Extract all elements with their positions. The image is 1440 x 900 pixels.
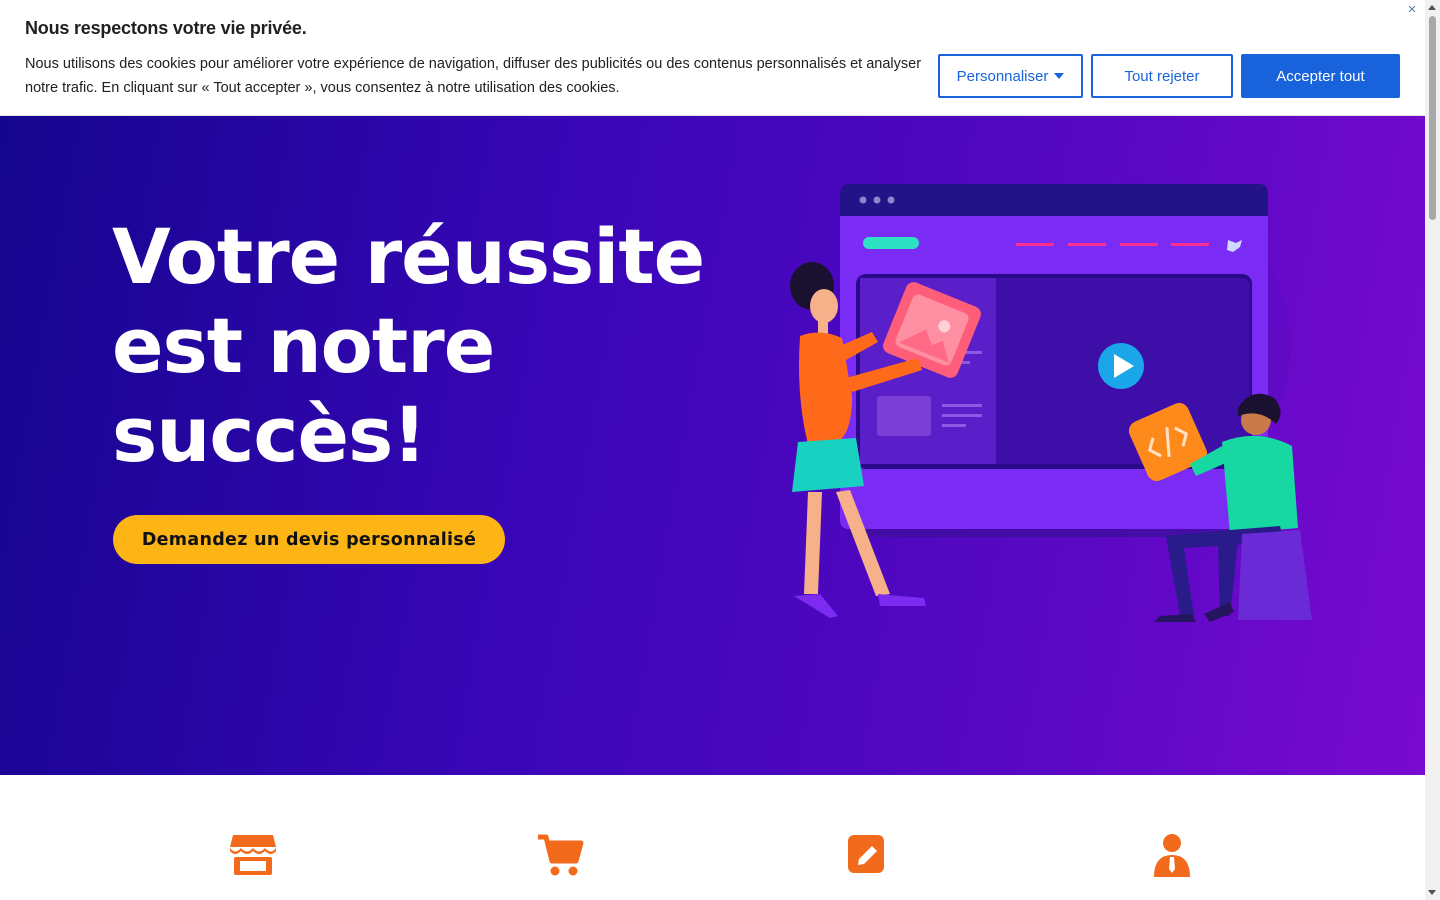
caret-down-icon [1054,73,1065,79]
scroll-up-arrow-icon[interactable] [1428,5,1436,10]
quote-request-label: Demandez un devis personnalisé [141,529,477,550]
hero-title: Votre réussite est notre succès! [112,212,705,479]
edit-icon [848,835,884,873]
cart-icon [538,834,584,876]
features-section [0,775,1425,900]
cookie-title: Nous respectons votre vie privée. [25,18,307,38]
close-icon[interactable]: × [1404,2,1420,18]
reject-all-label: Tout rejeter [1124,67,1200,85]
hero-section: Votre réussite est notre succès! Demande… [0,116,1425,775]
hero-illustration [790,176,1312,622]
accept-all-label: Accepter tout [1276,67,1365,85]
scroll-thumb[interactable] [1429,16,1436,220]
customize-button-label: Personnaliser [956,67,1049,85]
accept-all-button[interactable]: Accepter tout [1241,54,1400,98]
quote-request-button[interactable]: Demandez un devis personnalisé [113,515,505,564]
customize-button[interactable]: Personnaliser [938,54,1083,98]
page-scrollbar[interactable] [1425,0,1440,900]
store-icon [230,835,276,875]
scroll-down-arrow-icon[interactable] [1428,890,1436,895]
cookie-banner: Nous respectons votre vie privée. Nous u… [0,0,1425,116]
user-tie-icon [1154,834,1190,877]
cookie-description: Nous utilisons des cookies pour améliore… [25,56,922,96]
reject-all-button[interactable]: Tout rejeter [1091,54,1233,98]
